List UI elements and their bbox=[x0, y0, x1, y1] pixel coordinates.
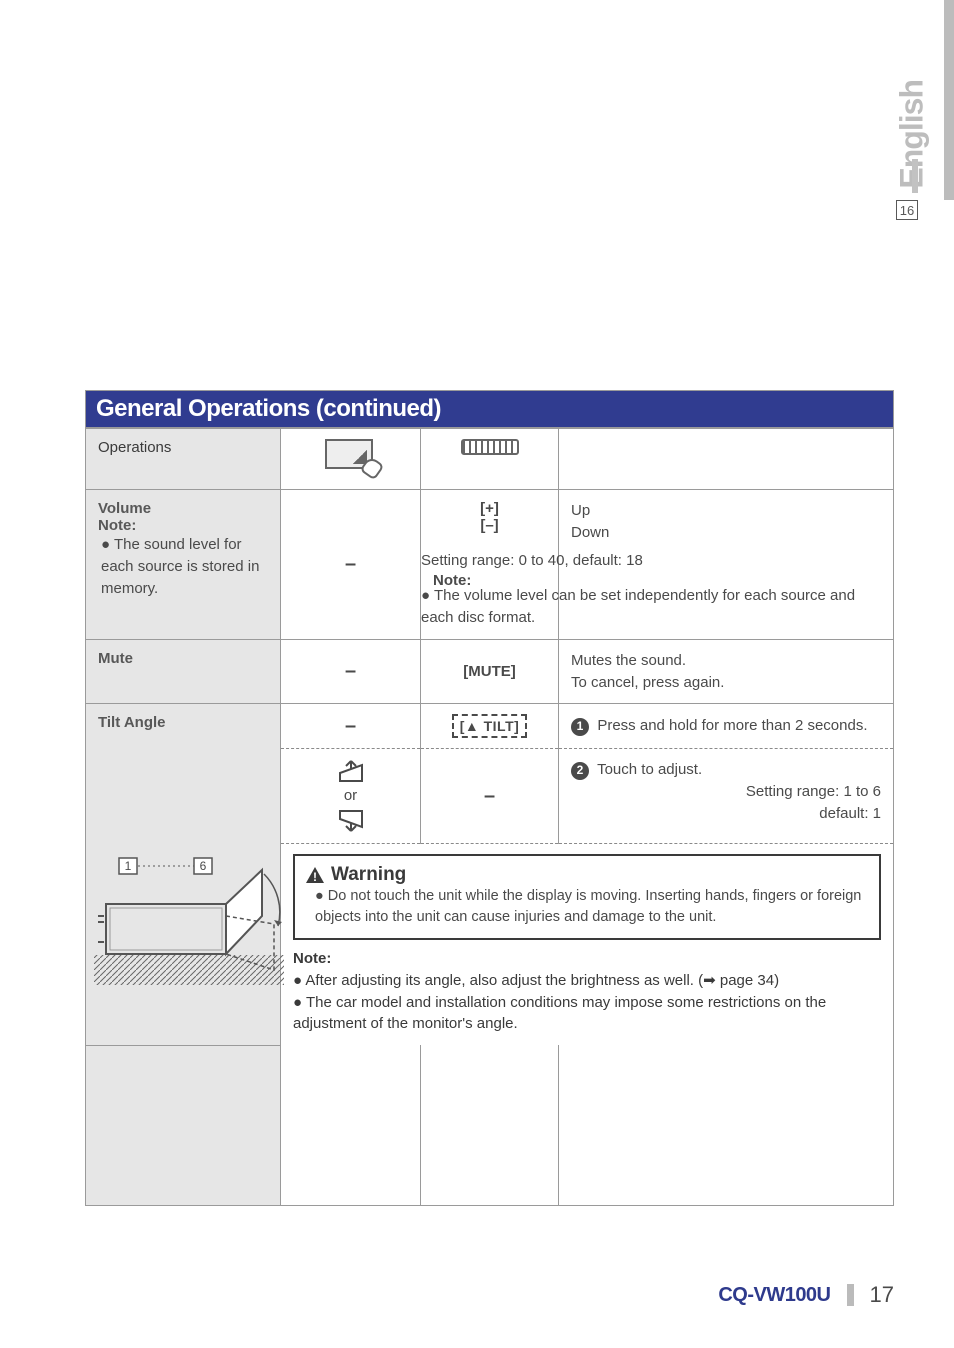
tilt-step1: Press and hold for more than 2 seconds. bbox=[597, 717, 867, 734]
row-empty-head bbox=[86, 1045, 281, 1205]
volume-minus: [–] bbox=[433, 517, 546, 534]
page-footer: CQ-VW100U 17 bbox=[85, 1282, 894, 1308]
row-mute-btn: [MUTE] bbox=[421, 639, 559, 704]
section-header: General Operations (continued) bbox=[85, 390, 894, 428]
row-tilt2-btn: – bbox=[421, 749, 559, 844]
language-tab-accent bbox=[912, 159, 918, 193]
warning-note-lead: Note: bbox=[293, 948, 881, 970]
row-empty-desc bbox=[559, 1045, 894, 1205]
volume-note-lead: Note: bbox=[98, 517, 136, 534]
remote-control-icon bbox=[461, 439, 519, 455]
warning-note1: After adjusting its angle, also adjust t… bbox=[305, 972, 779, 989]
mute-desc1: Mutes the sound. bbox=[571, 650, 881, 672]
row-warning-head: 1 6 bbox=[86, 844, 281, 1046]
tilt-btn-label: [▲ TILT] bbox=[452, 714, 528, 738]
col-header-remote-icon bbox=[421, 429, 559, 490]
tilt-step2: Touch to adjust. bbox=[597, 761, 702, 778]
tilt-or: or bbox=[344, 785, 357, 807]
warning-body: Do not touch the unit while the display … bbox=[315, 888, 861, 925]
volume-down: Down bbox=[571, 522, 881, 544]
row-mute-head: Mute bbox=[86, 639, 281, 704]
diagram-label-6: 6 bbox=[200, 859, 207, 873]
row-volume-touch: – bbox=[281, 490, 421, 640]
row-warning-content: ! Warning ● Do not touch the unit while … bbox=[281, 844, 894, 1046]
row-tilt-head: Tilt Angle bbox=[86, 704, 281, 749]
warning-title: ! Warning bbox=[305, 864, 869, 886]
volume-title: Volume bbox=[98, 500, 151, 517]
tilt-default: default: 1 bbox=[571, 803, 881, 825]
volume-range: Setting range: 0 to 40, default: 18 bbox=[421, 550, 881, 572]
row-empty-btn bbox=[421, 1045, 559, 1205]
col-header-touch-icon bbox=[281, 429, 421, 490]
row-tilt-head-2 bbox=[86, 749, 281, 844]
mute-btn-label: [MUTE] bbox=[463, 663, 516, 680]
warning-box: ! Warning ● Do not touch the unit while … bbox=[293, 854, 881, 940]
row-volume-desc: Up Down Setting range: 0 to 40, default:… bbox=[559, 490, 894, 640]
mute-desc2: To cancel, press again. bbox=[571, 672, 881, 694]
tilt-angle-diagram: 1 6 bbox=[94, 850, 284, 990]
touch-panel-icon bbox=[325, 439, 377, 475]
volume-plus: [+] bbox=[433, 500, 546, 517]
model-bar bbox=[847, 1284, 854, 1306]
tilt-down-icon bbox=[336, 809, 366, 833]
row-mute-desc: Mutes the sound. To cancel, press again. bbox=[559, 639, 894, 704]
row-volume-head: Volume Note: ● The sound level for each … bbox=[86, 490, 281, 640]
volume-note2-body: The volume level can be set independentl… bbox=[421, 587, 855, 626]
mute-title: Mute bbox=[98, 650, 133, 667]
step1-badge: 1 bbox=[571, 718, 589, 736]
tilt-up-icon bbox=[336, 759, 366, 783]
warning-triangle-icon: ! bbox=[305, 866, 325, 884]
row-tilt2-desc: 2 Touch to adjust. Setting range: 1 to 6… bbox=[559, 749, 894, 844]
row-tilt1-desc: 1 Press and hold for more than 2 seconds… bbox=[559, 704, 894, 749]
col-header-desc bbox=[559, 429, 894, 490]
svg-text:!: ! bbox=[313, 870, 317, 884]
model-number: CQ-VW100U bbox=[718, 1284, 830, 1307]
page-number: 17 bbox=[870, 1282, 894, 1308]
row-tilt1-touch: – bbox=[281, 704, 421, 749]
row-mute-touch: – bbox=[281, 639, 421, 704]
warning-title-text: Warning bbox=[331, 864, 406, 886]
volume-note-body: The sound level for each source is store… bbox=[101, 536, 259, 597]
tilt-title: Tilt Angle bbox=[98, 714, 166, 731]
operations-table: Operations Volume Note: ● The sound leve… bbox=[85, 428, 894, 1206]
volume-up: Up bbox=[571, 500, 881, 522]
step2-badge: 2 bbox=[571, 762, 589, 780]
row-tilt1-btn: [▲ TILT] bbox=[421, 704, 559, 749]
side-gray-bar bbox=[944, 0, 954, 200]
tilt-range: Setting range: 1 to 6 bbox=[571, 781, 881, 803]
row-tilt2-touch: or bbox=[281, 749, 421, 844]
diagram-label-1: 1 bbox=[125, 859, 132, 873]
warning-note2: The car model and installation condition… bbox=[293, 994, 826, 1033]
col-header-operations: Operations bbox=[86, 429, 281, 490]
row-empty-touch bbox=[281, 1045, 421, 1205]
page-ref-box: 16 bbox=[896, 200, 918, 220]
